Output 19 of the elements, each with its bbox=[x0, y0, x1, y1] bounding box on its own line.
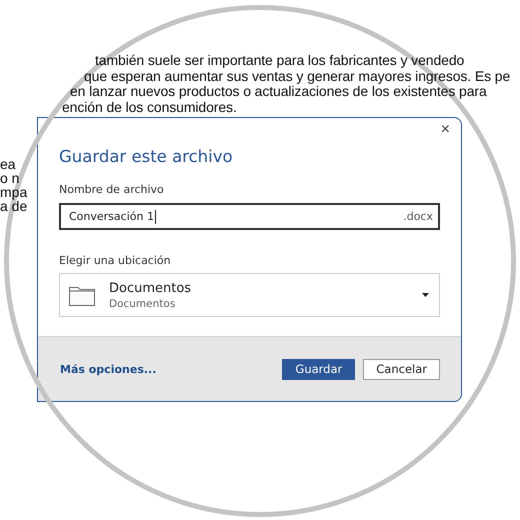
more-options-link[interactable]: Más opciones... bbox=[60, 362, 156, 376]
document-text-line: en lanzar nuevos productos o actualizaciones de los existentes para bbox=[70, 84, 487, 100]
location-dropdown[interactable]: Documentos Documentos bbox=[59, 273, 440, 317]
cancel-button[interactable]: Cancelar bbox=[363, 358, 440, 380]
save-button[interactable]: Guardar bbox=[282, 358, 356, 380]
filename-field[interactable]: Conversación 1 .docx bbox=[59, 203, 440, 230]
document-text-line: ención de los consumidores. bbox=[62, 100, 237, 115]
document-text-fragment: mpa bbox=[0, 185, 28, 199]
document-text-fragment: o n bbox=[0, 171, 20, 185]
document-text-line: que esperan aumentar sus ventas y generar mayores ingresos. Es pe bbox=[84, 68, 510, 84]
dialog-title: Guardar este archivo bbox=[59, 147, 234, 166]
document-text-fragment: a de bbox=[0, 199, 28, 213]
folder-icon bbox=[69, 284, 95, 306]
document-text-fragment: ea bbox=[0, 157, 16, 171]
field-label: Elegir una ubicación bbox=[59, 254, 171, 267]
field-label: Nombre de archivo bbox=[59, 183, 164, 196]
caret-icon bbox=[422, 293, 429, 297]
document-text-line: también suele ser importante para los fabricantes y vendedo bbox=[95, 53, 464, 68]
close-button[interactable]: × bbox=[438, 121, 453, 139]
